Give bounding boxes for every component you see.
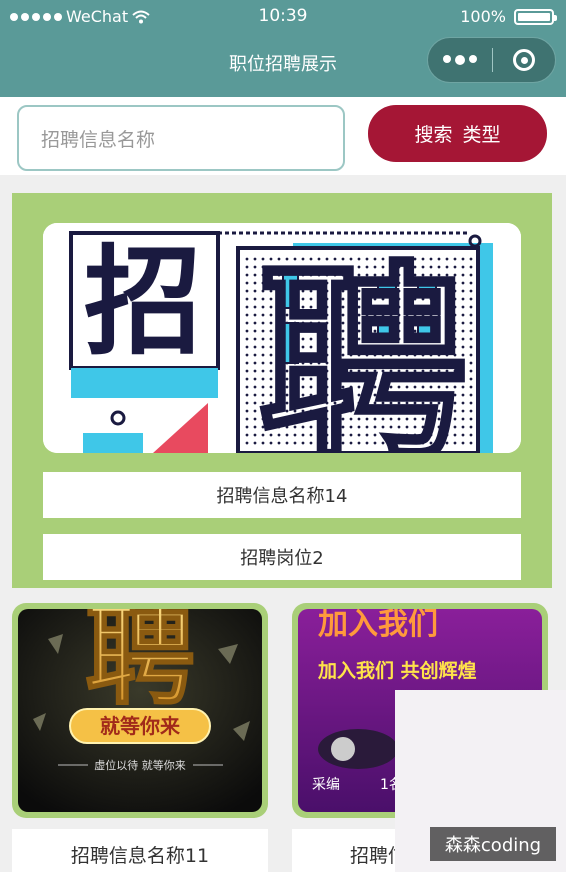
card-1-banner-char: 聘 — [85, 609, 195, 720]
miniprogram-capsule — [427, 37, 556, 83]
target-icon — [513, 49, 535, 71]
job-card-1[interactable]: 聘 就等你来 虚位以待 就等你来 — [12, 603, 268, 818]
featured-job-name: 招聘信息名称14 — [43, 472, 521, 518]
card-1-banner-slogan: 就等你来 — [100, 714, 181, 738]
search-button-label: 搜索 — [414, 124, 453, 146]
search-input[interactable]: 招聘信息名称 — [17, 105, 345, 171]
top-bar: WeChat 10:39 100% 职位招聘展示 — [0, 0, 566, 97]
featured-banner-char-1: 招 — [84, 233, 202, 371]
battery-status: 100% — [460, 7, 557, 26]
close-miniprogram-button[interactable] — [493, 49, 555, 71]
more-menu-icon[interactable] — [428, 55, 492, 65]
featured-banner-char-2: 聘 — [258, 243, 468, 453]
featured-banner-image: 招 聘 — [43, 223, 521, 453]
battery-percent: 100% — [460, 7, 506, 26]
featured-job-position: 招聘岗位2 — [43, 534, 521, 580]
job-card-1-image: 聘 就等你来 虚位以待 就等你来 — [18, 609, 262, 812]
type-button-label: 类型 — [462, 124, 501, 146]
search-bar: 招聘信息名称 搜索 类型 — [0, 97, 566, 175]
featured-job-card[interactable]: 招 聘 招聘信息名称14 招聘岗位2 — [12, 193, 552, 588]
card-2-banner-caption: 采编 — [312, 777, 340, 793]
battery-icon — [514, 8, 557, 25]
search-type-button[interactable]: 搜索 类型 — [368, 105, 547, 162]
card-1-banner-subtitle: 虚位以待 就等你来 — [94, 758, 186, 772]
status-bar: WeChat 10:39 100% — [0, 0, 566, 32]
card-2-banner-slogan: 加入我们 共创辉煌 — [317, 659, 477, 682]
job-card-1-name: 招聘信息名称11 — [12, 829, 268, 872]
watermark: 森森coding — [430, 827, 556, 861]
card-2-banner-title: 加入我们 — [318, 609, 438, 642]
